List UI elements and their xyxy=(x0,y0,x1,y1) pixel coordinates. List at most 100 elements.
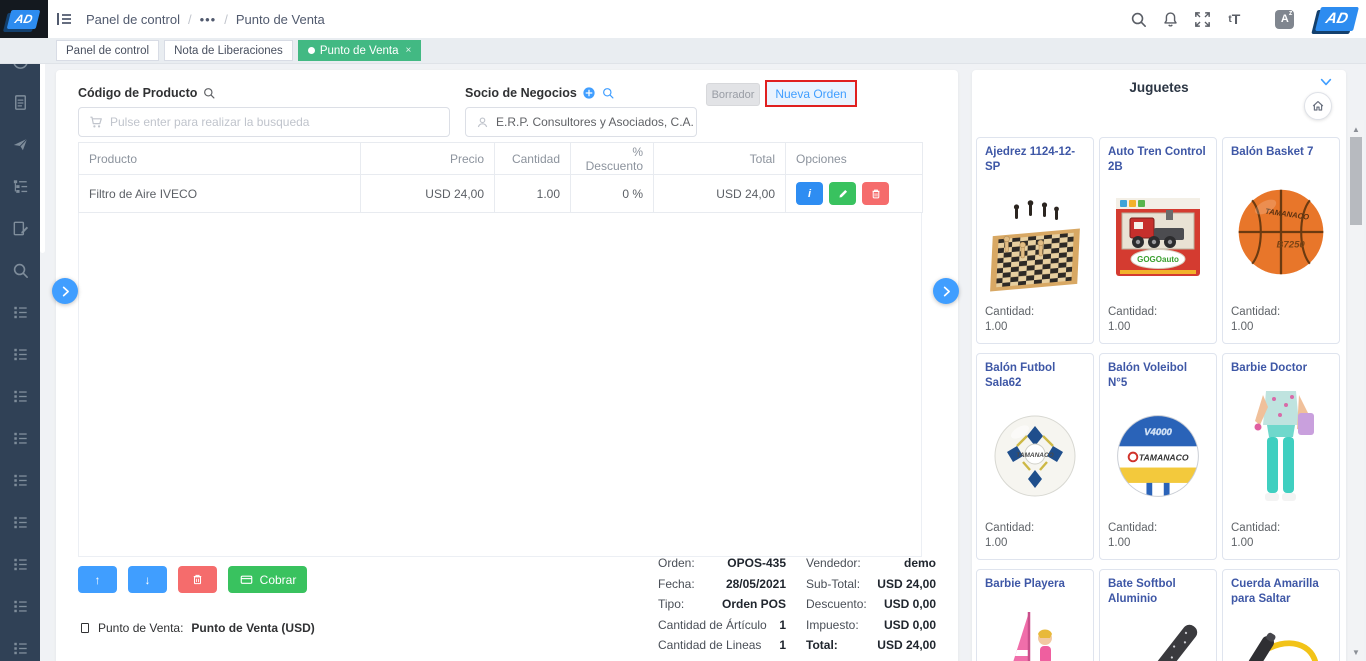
catalog-home-button[interactable] xyxy=(1304,92,1332,120)
product-image-toy-train: GOGOauto xyxy=(1108,175,1208,305)
sidebar-item-documents[interactable] xyxy=(0,81,40,123)
sidebar-item-tree[interactable] xyxy=(0,165,40,207)
sidebar-item-menu-5[interactable] xyxy=(0,459,40,501)
chevron-right-icon xyxy=(939,284,954,299)
terminal-icon xyxy=(78,621,92,635)
breadcrumb-separator: / xyxy=(224,12,228,27)
product-code-input[interactable] xyxy=(110,115,449,129)
product-card-barbie-playera[interactable]: Barbie Playera Cantidad:1.00 xyxy=(976,569,1094,661)
svg-text:TAMANACO: TAMANACO xyxy=(1016,452,1053,459)
expand-right-panel-button[interactable] xyxy=(933,278,959,304)
breadcrumb: Panel de control / ••• / Punto de Venta xyxy=(86,0,325,38)
business-partner-input-wrap xyxy=(465,107,697,137)
empty-table-body xyxy=(78,213,922,557)
product-code-label-row: Código de Producto xyxy=(78,86,216,100)
product-card-bate-softbol[interactable]: Bate Softbol Aluminio Cantidad:1.00 xyxy=(1099,569,1217,661)
sidebar-item-menu-8[interactable] xyxy=(0,585,40,627)
breadcrumb-item-panel[interactable]: Panel de control xyxy=(86,12,180,27)
scroll-down-arrow[interactable]: ▼ xyxy=(1348,645,1364,659)
catalog-category-title: Juguetes xyxy=(972,80,1346,95)
order-footer-buttons: ↑ ↓ Cobrar xyxy=(78,566,307,593)
tree-list-icon xyxy=(11,177,30,196)
indented-list-icon xyxy=(11,513,30,532)
app-logo: AD xyxy=(7,10,41,29)
product-qty: 1.00 xyxy=(1231,320,1331,336)
tab-punto-de-venta[interactable]: Punto de Venta × xyxy=(298,40,422,61)
close-tab-icon[interactable]: × xyxy=(405,45,411,56)
col-producto: Producto xyxy=(79,143,361,175)
notifications-bell-icon[interactable] xyxy=(1159,8,1181,30)
collect-button[interactable]: Cobrar xyxy=(228,566,307,593)
line-delete-button[interactable] xyxy=(862,182,889,205)
product-catalog-panel: Juguetes Ajedrez 1124-12-SP xyxy=(972,70,1346,661)
app-logo-box[interactable]: AD xyxy=(0,0,48,38)
indented-list-icon xyxy=(11,345,30,364)
sidebar-item-send[interactable] xyxy=(0,123,40,165)
expand-left-panel-button[interactable] xyxy=(52,278,78,304)
breadcrumb-ellipsis[interactable]: ••• xyxy=(200,12,217,27)
fullscreen-icon[interactable] xyxy=(1191,8,1213,30)
line-info-button[interactable]: i xyxy=(796,182,823,205)
sidebar-item-menu-9[interactable] xyxy=(0,627,40,661)
salesperson: demo xyxy=(904,556,936,570)
indented-list-icon xyxy=(11,387,30,406)
document-edit-icon xyxy=(11,219,30,238)
col-precio: Precio xyxy=(361,143,495,175)
product-card-barbie-doctor[interactable]: Barbie Doctor xyxy=(1222,353,1340,560)
catalog-scrollbar[interactable]: ▲ ▼ xyxy=(1348,120,1364,661)
scroll-up-arrow[interactable]: ▲ xyxy=(1348,122,1364,136)
table-row[interactable]: Filtro de Aire IVECO USD 24,00 1.00 0 % … xyxy=(79,175,923,213)
cell-total: USD 24,00 xyxy=(654,175,786,213)
cell-producto: Filtro de Aire IVECO xyxy=(79,175,361,213)
delete-line-button[interactable] xyxy=(178,566,217,593)
move-line-up-button[interactable]: ↑ xyxy=(78,566,117,593)
product-image-chess-set xyxy=(985,175,1085,305)
sidebar-collapse-icon[interactable] xyxy=(54,9,74,34)
product-qty: 1.00 xyxy=(985,320,1085,336)
translate-icon[interactable]: Az xyxy=(1275,10,1294,29)
sidebar-item-menu-4[interactable] xyxy=(0,417,40,459)
add-partner-icon[interactable] xyxy=(582,86,596,100)
font-size-glyph: T xyxy=(1232,11,1241,27)
search-icon xyxy=(11,261,30,280)
cell-cantidad: 1.00 xyxy=(495,175,571,213)
product-card-ajedrez[interactable]: Ajedrez 1124-12-SP Cantidad:1.00 xyxy=(976,137,1094,344)
product-card-balon-futbol[interactable]: Balón Futbol Sala62 TAMANACO Cantidad:1.… xyxy=(976,353,1094,560)
tags-view-bar: Panel de control Nota de Liberaciones Pu… xyxy=(0,38,1366,64)
order-date: 28/05/2021 xyxy=(726,577,786,591)
subtotal: USD 24,00 xyxy=(877,577,936,591)
tab-panel-de-control[interactable]: Panel de control xyxy=(56,40,159,61)
new-order-button[interactable]: Nueva Orden xyxy=(765,80,857,107)
product-card-auto-tren[interactable]: Auto Tren Control 2B xyxy=(1099,137,1217,344)
sidebar-item-edit-document[interactable] xyxy=(0,207,40,249)
brand-logo[interactable]: AD xyxy=(1315,7,1359,31)
order-summary-right: Vendedor:demo Sub-Total:USD 24,00 Descue… xyxy=(806,553,936,656)
product-card-cuerda-saltar[interactable]: Cuerda Amarilla para Saltar Cantidad:1.0… xyxy=(1222,569,1340,661)
trash-icon xyxy=(869,187,883,201)
search-icon[interactable] xyxy=(1127,8,1149,30)
table-header-row: Producto Precio Cantidad % Descuento Tot… xyxy=(79,143,923,175)
business-partner-input[interactable] xyxy=(496,115,696,129)
sidebar-item-menu-7[interactable] xyxy=(0,543,40,585)
sidebar-item-menu-6[interactable] xyxy=(0,501,40,543)
breadcrumb-item-pos: Punto de Venta xyxy=(236,12,325,27)
sidebar-item-menu-2[interactable] xyxy=(0,333,40,375)
sidebar-item-menu-1[interactable] xyxy=(0,291,40,333)
line-edit-button[interactable] xyxy=(829,182,856,205)
cell-opciones: i xyxy=(786,175,923,213)
font-size-icon[interactable]: tT xyxy=(1223,8,1245,30)
product-card-balon-basket[interactable]: Balón Basket 7 TAMANACO B7250 Cantidad:1… xyxy=(1222,137,1340,344)
sidebar-item-menu-3[interactable] xyxy=(0,375,40,417)
tab-nota-de-liberaciones[interactable]: Nota de Liberaciones xyxy=(164,40,293,61)
product-image-doll xyxy=(1231,376,1331,521)
sidebar-scrollbar-thumb[interactable] xyxy=(40,48,45,253)
sidebar-item-search[interactable] xyxy=(0,249,40,291)
move-line-down-button[interactable]: ↓ xyxy=(128,566,167,593)
pos-terminal-info: Punto de Venta: Punto de Venta (USD) xyxy=(78,621,315,635)
product-grid: Ajedrez 1124-12-SP Cantidad:1.00 A xyxy=(976,137,1342,661)
draft-button[interactable]: Borrador xyxy=(706,83,760,106)
product-card-balon-voleibol[interactable]: Balón Voleibol N°5 V4000 xyxy=(1099,353,1217,560)
search-icon[interactable] xyxy=(601,86,615,100)
scrollbar-thumb[interactable] xyxy=(1350,137,1362,225)
search-icon[interactable] xyxy=(202,86,216,100)
